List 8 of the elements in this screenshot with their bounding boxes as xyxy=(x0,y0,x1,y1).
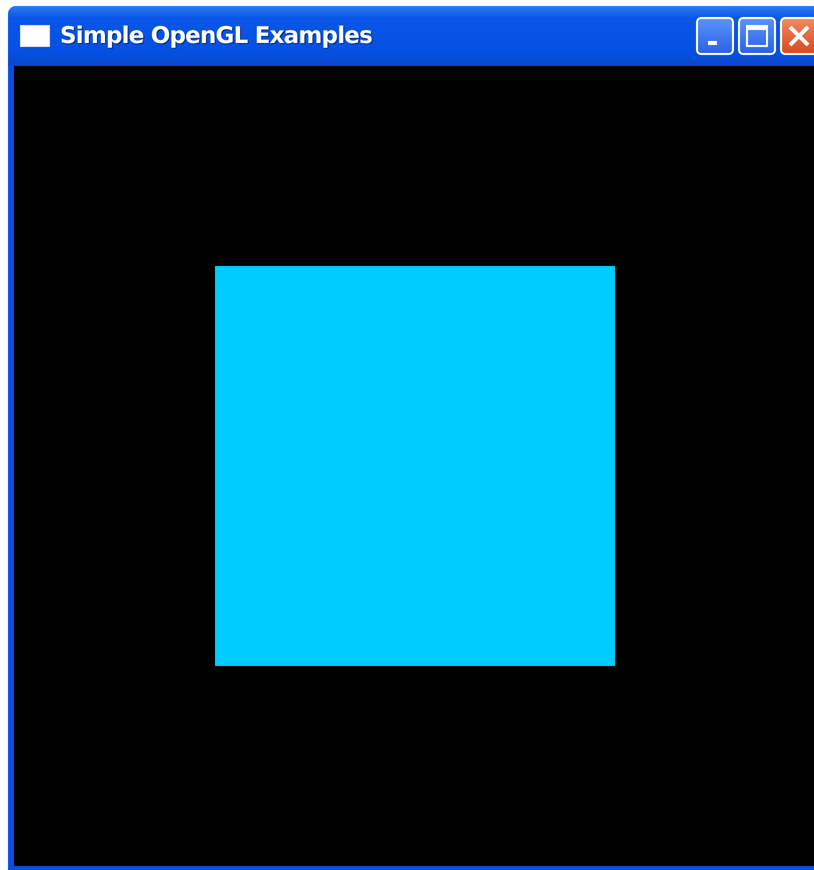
maximize-icon xyxy=(745,24,769,48)
minimize-icon xyxy=(708,41,716,45)
close-button[interactable] xyxy=(780,17,814,55)
maximize-button[interactable] xyxy=(738,17,776,55)
window-title: Simple OpenGL Examples xyxy=(60,23,373,49)
close-icon xyxy=(787,24,811,48)
window-icon xyxy=(20,25,50,47)
minimize-button[interactable] xyxy=(696,17,734,55)
